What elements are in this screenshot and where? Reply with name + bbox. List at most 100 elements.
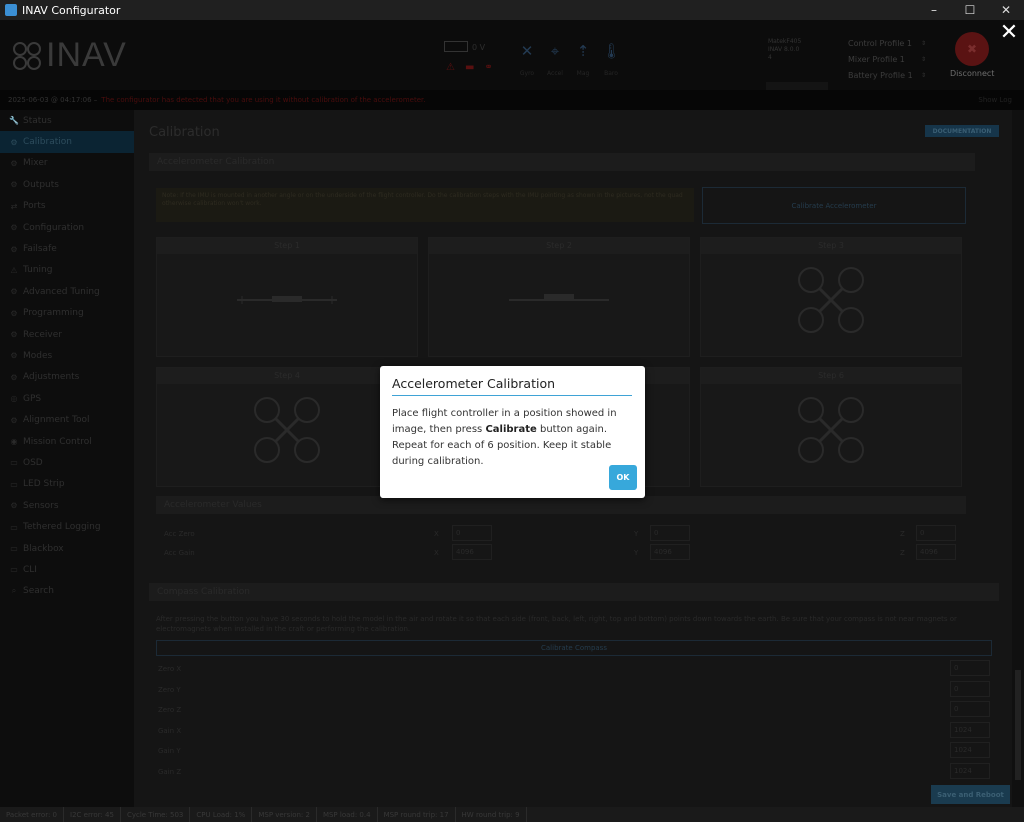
dialog-title: Accelerometer Calibration [392,376,556,391]
sidebar-item-failsafe[interactable]: ⚙ Failsafe [0,238,134,259]
step-3-card: Step 3 [700,237,962,357]
select-arrows-icon: ⇕ [920,55,926,63]
sidebar-item-label: Adjustments [23,372,80,383]
step-title: Step 2 [429,238,689,254]
compass-row: Zero X 0 [156,660,996,678]
show-log-link[interactable]: Show Log [978,96,1012,104]
nav-icon: ⚙ [10,372,18,382]
disconnect-button[interactable]: ✖ Disconnect [950,32,994,78]
sidebar-item-mission-control[interactable]: ◉ Mission Control [0,431,134,452]
control-profile-select[interactable]: Control Profile 1 ⇕ [842,36,930,50]
sidebar-item-cli[interactable]: ▭ CLI [0,559,134,580]
sensor-accel: ⌖ Accel [547,42,563,77]
sidebar-item-tethered-logging[interactable]: ▭ Tethered Logging [0,516,134,537]
mixer-profile-select[interactable]: Mixer Profile 1 ⇕ [842,52,930,66]
scrollbar-thumb[interactable] [1015,670,1021,780]
acc-gain-x-field[interactable]: 4096 [452,544,492,560]
sidebar-item-outputs[interactable]: ⚙ Outputs [0,174,134,195]
compass-row: Gain Z 1024 [156,762,996,781]
nav-icon: ▭ [10,522,18,532]
nav-icon: ⚙ [10,287,18,297]
quad-top-icon [254,397,320,463]
documentation-button[interactable]: DOCUMENTATION [925,125,999,137]
compass-row-label: Zero Y [158,685,181,694]
save-and-reboot-button[interactable]: Save and Reboot [931,785,1010,804]
sidebar-item-led-strip[interactable]: ▭ LED Strip [0,474,134,495]
calibrate-accelerometer-button[interactable]: Calibrate Accelerometer [702,187,966,224]
sidebar-item-label: Receiver [23,329,62,340]
status-bar: Packet error: 0 I2C error: 45 Cycle Time: … [0,807,1024,822]
sidebar-item-alignment-tool[interactable]: ⚙ Alignment Tool [0,409,134,430]
calibrate-keyword: Calibrate [485,424,537,435]
sidebar-item-tuning[interactable]: ⚠ Tuning [0,260,134,281]
logo-text: INAV [46,36,127,74]
acc-gain-row: Acc Gain X 4096 Y 4096 Z 4096 [156,544,966,562]
acc-gain-z-field[interactable]: 4096 [916,544,956,560]
sidebar-item-blackbox[interactable]: ▭ Blackbox [0,538,134,559]
warning-icon: ⚠ [446,62,455,73]
sidebar-item-label: Status [23,115,52,126]
sidebar-item-osd[interactable]: ▭ OSD [0,452,134,473]
battery-profile-select[interactable]: Battery Profile 1 ⇕ [842,68,930,82]
sidebar-item-receiver[interactable]: ⚙ Receiver [0,324,134,345]
sidebar-item-search[interactable]: ⌕ Search [0,581,134,602]
sidebar-item-mixer[interactable]: ⚙ Mixer [0,153,134,174]
nav-icon: ⚙ [10,415,18,425]
status-item: MSP version: 2 [252,807,317,822]
window-titlebar: INAV Configurator – ☐ ✕ [0,0,1024,20]
sidebar-item-modes[interactable]: ⚙ Modes [0,345,134,366]
compass-description: After pressing the button you have 30 se… [156,615,957,633]
sidebar-item-label: Advanced Tuning [23,286,100,297]
accel-icon: ⌖ [550,42,560,60]
compass-value-field[interactable]: 1024 [950,721,990,738]
compass-row: Gain Y 1024 [156,742,996,760]
maximize-button[interactable]: ☐ [952,0,988,20]
app-icon [5,4,17,16]
step-4-card: Step 4 [156,367,418,487]
failsafe-icon: ▬ [464,62,475,73]
calibrate-compass-button[interactable]: Calibrate Compass [156,640,992,656]
compass-value-field[interactable]: 1024 [950,762,990,779]
minimize-button[interactable]: – [916,0,952,20]
sidebar-item-label: Programming [23,308,84,319]
quad-level-icon [237,296,337,304]
close-window-button[interactable]: ✕ [988,0,1024,20]
sidebar-item-label: CLI [23,564,37,575]
compass-value-field[interactable]: 1024 [950,742,990,758]
sidebar-item-programming[interactable]: ⚙ Programming [0,303,134,324]
sidebar-item-status[interactable]: 🔧 Status [0,110,134,131]
sidebar-item-calibration[interactable]: ⚙ Calibration [0,131,134,153]
sidebar-item-sensors[interactable]: ⚙ Sensors [0,495,134,516]
content-scrollbar[interactable] [1012,110,1024,807]
compass-value-field[interactable]: 0 [950,701,990,717]
nav-icon: ⚙ [10,137,18,147]
quad-inverted-icon [509,294,609,301]
nav-icon: ▭ [10,544,18,553]
link-icon: ⚭ [484,62,493,73]
sidebar-item-gps[interactable]: ◎ GPS [0,388,134,409]
dialog-ok-button[interactable]: OK [609,465,637,490]
close-icon[interactable]: ✕ [998,22,1020,44]
compass-row-label: Gain X [158,726,182,735]
sidebar-item-advanced-tuning[interactable]: ⚙ Advanced Tuning [0,281,134,302]
compass-value-field[interactable]: 0 [950,680,990,697]
compass-value-field[interactable]: 0 [950,660,990,676]
nav-icon: ⚙ [10,158,18,168]
acc-gain-y-field[interactable]: 4096 [650,544,690,560]
acc-zero-x-field[interactable]: 0 [452,525,492,541]
sidebar-item-ports[interactable]: ⇄ Ports [0,196,134,217]
acc-zero-y-field[interactable]: 0 [650,525,690,541]
status-item: Cycle Time: 503 [121,807,191,822]
sidebar-item-label: Sensors [23,500,59,511]
acc-zero-z-field[interactable]: 0 [916,525,956,541]
sensor-gyro: ✕ Gyro [519,42,535,77]
mag-icon: ⇡ [576,42,590,60]
sidebar-item-configuration[interactable]: ⚙ Configuration [0,217,134,238]
nav-icon: ⇄ [10,201,18,211]
nav-icon: ⚙ [10,244,18,254]
nav-icon: 🔧 [9,116,19,126]
sidebar-item-adjustments[interactable]: ⚙ Adjustments [0,367,134,388]
sidebar-item-label: LED Strip [23,479,65,490]
sidebar-item-label: Mixer [23,158,48,169]
sidebar-item-label: Blackbox [23,543,64,554]
